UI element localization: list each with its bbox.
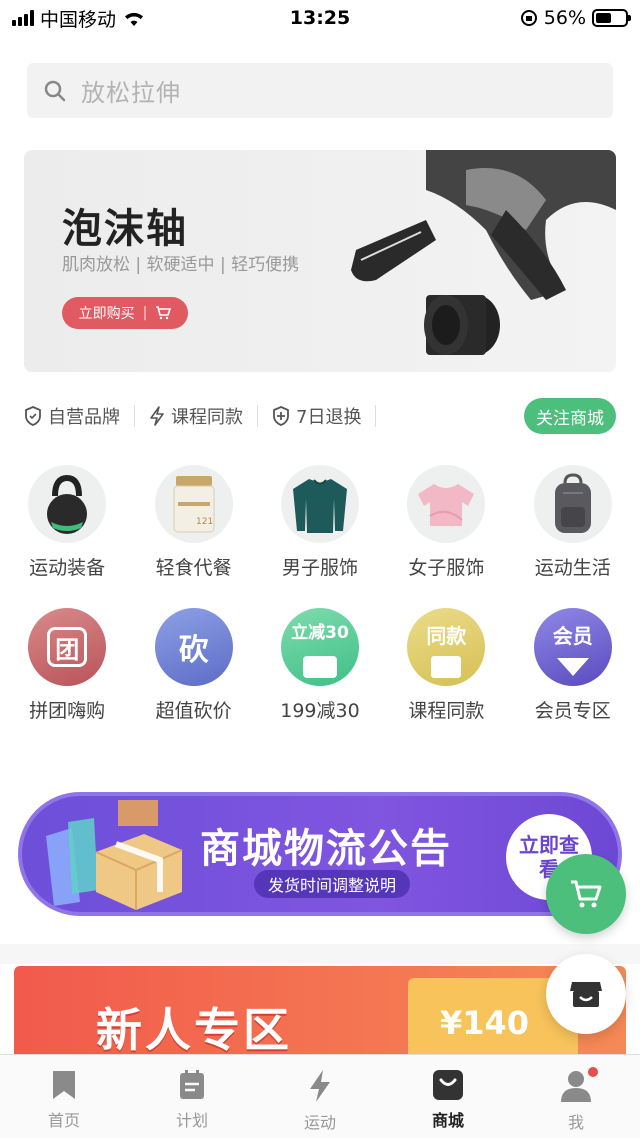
category-sports-life[interactable]: 运动生活 bbox=[513, 465, 633, 580]
category-label: 运动装备 bbox=[29, 557, 106, 579]
kettlebell-icon bbox=[47, 474, 88, 534]
rotation-lock-icon bbox=[520, 10, 537, 26]
category-sports-gear[interactable]: 运动装备 bbox=[7, 465, 127, 580]
notice-title: 商城物流公告 bbox=[200, 826, 452, 872]
category-label: 超值砍价 bbox=[155, 700, 232, 722]
category-label: 男子服饰 bbox=[281, 557, 358, 579]
category-label: 课程同款 bbox=[408, 700, 485, 722]
shield-icon bbox=[25, 406, 41, 426]
new-user-banner[interactable]: 新人专区 ¥140 bbox=[14, 966, 626, 1066]
store-icon bbox=[570, 982, 602, 1007]
tab-sport[interactable]: 运动 bbox=[256, 1055, 384, 1138]
hero-title: 泡沫轴 bbox=[62, 206, 188, 252]
section-divider bbox=[0, 944, 640, 964]
group-buy-icon: 团 bbox=[28, 608, 107, 686]
feature-course-same: 课程同款 bbox=[149, 405, 258, 428]
meal-jar-icon: 121 bbox=[173, 476, 215, 533]
shield-plus-icon bbox=[273, 406, 289, 426]
backpack-icon bbox=[554, 473, 591, 533]
package-illustration bbox=[46, 800, 183, 910]
search-placeholder: 放松拉伸 bbox=[81, 79, 181, 107]
floating-cart-button[interactable] bbox=[546, 854, 626, 934]
wifi-icon bbox=[125, 12, 144, 26]
category-member[interactable]: 会员 会员专区 bbox=[513, 608, 633, 723]
tab-plan[interactable]: 计划 bbox=[128, 1055, 256, 1138]
category-group-buy[interactable]: 团 拼团嗨购 bbox=[7, 608, 127, 723]
search-bar[interactable]: 放松拉伸 bbox=[27, 63, 613, 118]
cart-icon bbox=[571, 880, 602, 908]
battery-percent: 56% bbox=[543, 7, 586, 29]
category-bargain[interactable]: 砍 超值砍价 bbox=[134, 608, 254, 723]
category-label: 199减30 bbox=[280, 700, 360, 722]
signal-icon bbox=[12, 10, 34, 26]
notification-dot bbox=[588, 1067, 598, 1077]
lightning-icon bbox=[310, 1070, 330, 1102]
tab-me[interactable]: 我 bbox=[512, 1055, 640, 1138]
hero-banner[interactable]: 泡沫轴 肌肉放松 | 软硬适中 | 轻巧便携 立即购买 | bbox=[24, 150, 616, 372]
category-light-meal[interactable]: 121 轻食代餐 bbox=[134, 465, 254, 580]
tab-mall[interactable]: 商城 bbox=[384, 1055, 512, 1138]
category-label: 运动生活 bbox=[534, 557, 611, 579]
course-same-icon: 同款 bbox=[407, 608, 486, 686]
category-womens-apparel[interactable]: 女子服饰 bbox=[386, 465, 506, 580]
category-course-same[interactable]: 同款 课程同款 bbox=[386, 608, 506, 723]
discount-icon: 立减30 bbox=[280, 608, 359, 686]
floating-store-button[interactable] bbox=[546, 954, 626, 1034]
member-icon: 会员 bbox=[533, 608, 612, 686]
cart-icon bbox=[156, 306, 172, 320]
profile-icon bbox=[561, 1071, 591, 1102]
lightning-icon bbox=[150, 406, 164, 426]
foam-roller-photo bbox=[351, 150, 616, 355]
mall-page: 中国移动 13:25 56% 放松拉伸 泡沫轴 肌肉放松 | 软硬适中 | 轻巧… bbox=[0, 0, 640, 1138]
womens-top-icon bbox=[418, 484, 475, 526]
bargain-icon: 砍 bbox=[154, 608, 233, 686]
category-label: 轻食代餐 bbox=[155, 557, 232, 579]
shop-bag-icon bbox=[433, 1070, 463, 1100]
feature-own-brand: 自营品牌 bbox=[24, 405, 135, 428]
mens-shirt-icon bbox=[292, 479, 347, 533]
search-icon bbox=[44, 80, 66, 101]
category-discount[interactable]: 立减30 199减30 bbox=[260, 608, 380, 723]
battery-icon bbox=[592, 9, 631, 27]
bottom-tab-bar: 首页 计划 运动 商城 我 bbox=[0, 1054, 640, 1138]
hero-subtitle: 肌肉放松 | 软硬适中 | 轻巧便携 bbox=[62, 255, 300, 275]
status-bar: 中国移动 13:25 56% bbox=[0, 0, 640, 36]
carrier-label: 中国移动 bbox=[40, 8, 117, 31]
bookmark-icon bbox=[53, 1071, 75, 1099]
coupon-amount: ¥140 bbox=[440, 1004, 530, 1042]
new-user-title: 新人专区 bbox=[96, 1003, 292, 1057]
logistics-notice-banner[interactable]: 商城物流公告 发货时间调整说明 立即查看 bbox=[18, 792, 622, 916]
follow-store-button[interactable]: 关注商城 bbox=[524, 398, 616, 434]
category-label: 女子服饰 bbox=[408, 557, 485, 579]
category-label: 会员专区 bbox=[534, 700, 611, 722]
plan-icon bbox=[180, 1070, 204, 1099]
category-label: 拼团嗨购 bbox=[29, 700, 106, 722]
category-grid: 运动装备 121 轻食代餐 男子服饰 女子服饰 运动生活 团 拼团嗨购 砍 超值… bbox=[0, 465, 640, 755]
notice-subtitle: 发货时间调整说明 bbox=[254, 870, 411, 898]
category-mens-apparel[interactable]: 男子服饰 bbox=[260, 465, 380, 580]
buy-now-label: 立即购买 bbox=[78, 306, 135, 322]
feature-7day-return: 7日退换 bbox=[272, 405, 377, 428]
buy-now-button[interactable]: 立即购买 | bbox=[62, 297, 188, 329]
tab-home[interactable]: 首页 bbox=[0, 1055, 128, 1138]
svg-text:121: 121 bbox=[196, 517, 213, 527]
service-features: 自营品牌 课程同款 7日退换 关注商城 bbox=[24, 396, 616, 436]
